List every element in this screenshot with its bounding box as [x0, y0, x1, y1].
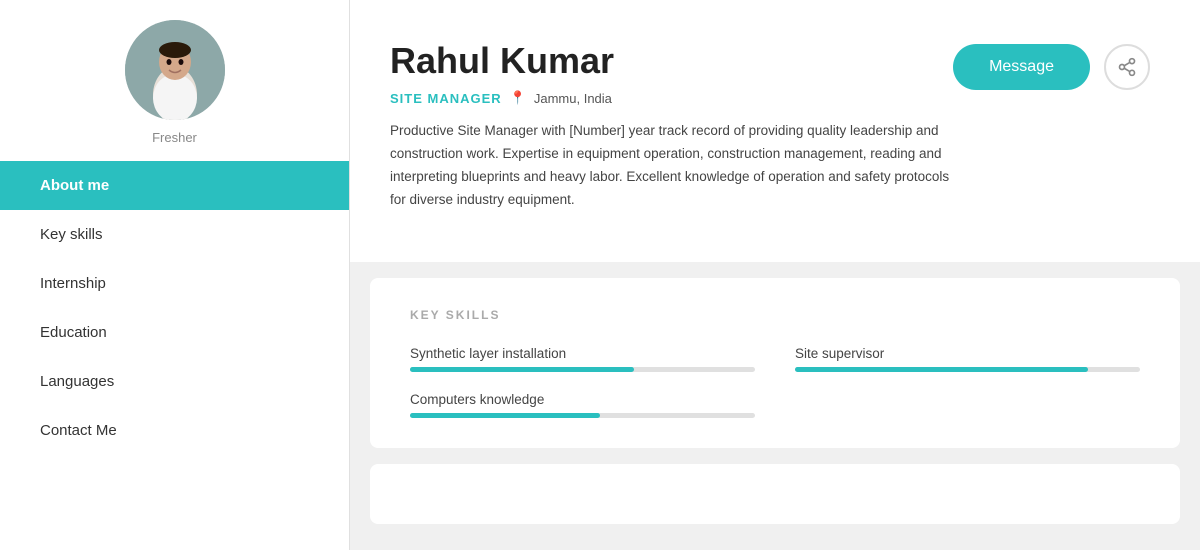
profile-header: Rahul Kumar SITE MANAGER 📍 Jammu, India … [390, 40, 1150, 212]
skill-bar-bg-site-supervisor [795, 367, 1140, 372]
profile-title: SITE MANAGER [390, 91, 502, 106]
skill-item-computers: Computers knowledge [410, 392, 755, 418]
profile-title-row: SITE MANAGER 📍 Jammu, India [390, 90, 953, 106]
sidebar-item-education[interactable]: Education [0, 308, 349, 357]
share-icon [1117, 57, 1137, 77]
skills-grid: Synthetic layer installation Site superv… [410, 346, 1140, 418]
sidebar-item-about-me[interactable]: About me [0, 161, 349, 210]
profile-info: Rahul Kumar SITE MANAGER 📍 Jammu, India … [390, 40, 953, 212]
profile-name: Rahul Kumar [390, 40, 953, 82]
avatar [125, 20, 225, 120]
skill-name-computers: Computers knowledge [410, 392, 755, 407]
skill-item-site-supervisor: Site supervisor [795, 346, 1140, 372]
skill-bar-fill-synthetic [410, 367, 634, 372]
skill-bar-fill-site-supervisor [795, 367, 1088, 372]
sidebar-item-internship[interactable]: Internship [0, 259, 349, 308]
fresher-badge: Fresher [152, 130, 197, 145]
skill-item-synthetic: Synthetic layer installation [410, 346, 755, 372]
profile-section: Rahul Kumar SITE MANAGER 📍 Jammu, India … [350, 0, 1200, 262]
skill-name-site-supervisor: Site supervisor [795, 346, 1140, 361]
main-content: Rahul Kumar SITE MANAGER 📍 Jammu, India … [350, 0, 1200, 550]
profile-actions: Message [953, 44, 1150, 90]
sidebar-item-key-skills[interactable]: Key skills [0, 210, 349, 259]
sidebar-item-contact-me[interactable]: Contact Me [0, 406, 349, 455]
profile-location: Jammu, India [534, 91, 612, 106]
location-pin-icon: 📍 [510, 90, 526, 106]
skill-bar-bg-synthetic [410, 367, 755, 372]
sidebar-item-languages[interactable]: Languages [0, 357, 349, 406]
skill-bar-fill-computers [410, 413, 600, 418]
profile-bio: Productive Site Manager with [Number] ye… [390, 120, 953, 212]
skill-bar-bg-computers [410, 413, 755, 418]
sidebar: Fresher About me Key skills Internship E… [0, 0, 350, 550]
message-button[interactable]: Message [953, 44, 1090, 90]
sidebar-nav: About me Key skills Internship Education… [0, 161, 349, 455]
skills-section-title: KEY SKILLS [410, 308, 1140, 322]
skills-section: KEY SKILLS Synthetic layer installation … [370, 278, 1180, 448]
skill-name-synthetic: Synthetic layer installation [410, 346, 755, 361]
share-button[interactable] [1104, 44, 1150, 90]
extra-section [370, 464, 1180, 524]
